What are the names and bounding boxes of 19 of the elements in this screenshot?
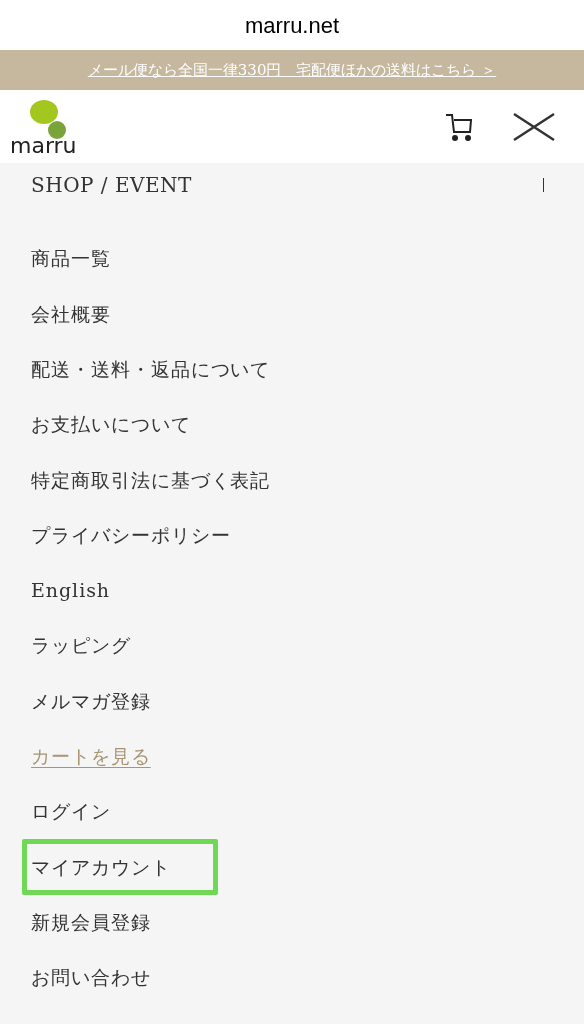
menu-item[interactable]: メルマガ登録 [22,681,156,721]
menu-item[interactable]: ラッピング [22,626,136,665]
menu-item[interactable]: マイアカウント [22,838,218,895]
cart-icon[interactable] [444,111,474,142]
menu-item[interactable]: お支払いについて [22,405,196,444]
address-bar-url[interactable]: marru.net [244,8,340,42]
menu-item[interactable]: 新規会員登録 [22,902,156,942]
menu-item[interactable]: プライバシーポリシー [22,515,236,555]
menu-item[interactable]: 会社概要 [22,294,116,334]
logo-text: marru [10,135,77,156]
logo[interactable]: marru [10,97,78,156]
close-icon[interactable] [512,111,556,142]
section-header[interactable]: SHOP / EVENT [0,163,584,199]
menu-item[interactable]: 特定商取引法に基づく表記 [22,460,276,500]
menu-item[interactable]: 商品一覧 [22,239,116,278]
menu-item[interactable]: お問い合わせ [22,958,156,997]
menu-item[interactable]: ログイン [22,792,116,831]
menu-item[interactable]: 配送・送料・返品について [22,350,276,389]
menu-item[interactable]: English [22,571,116,610]
